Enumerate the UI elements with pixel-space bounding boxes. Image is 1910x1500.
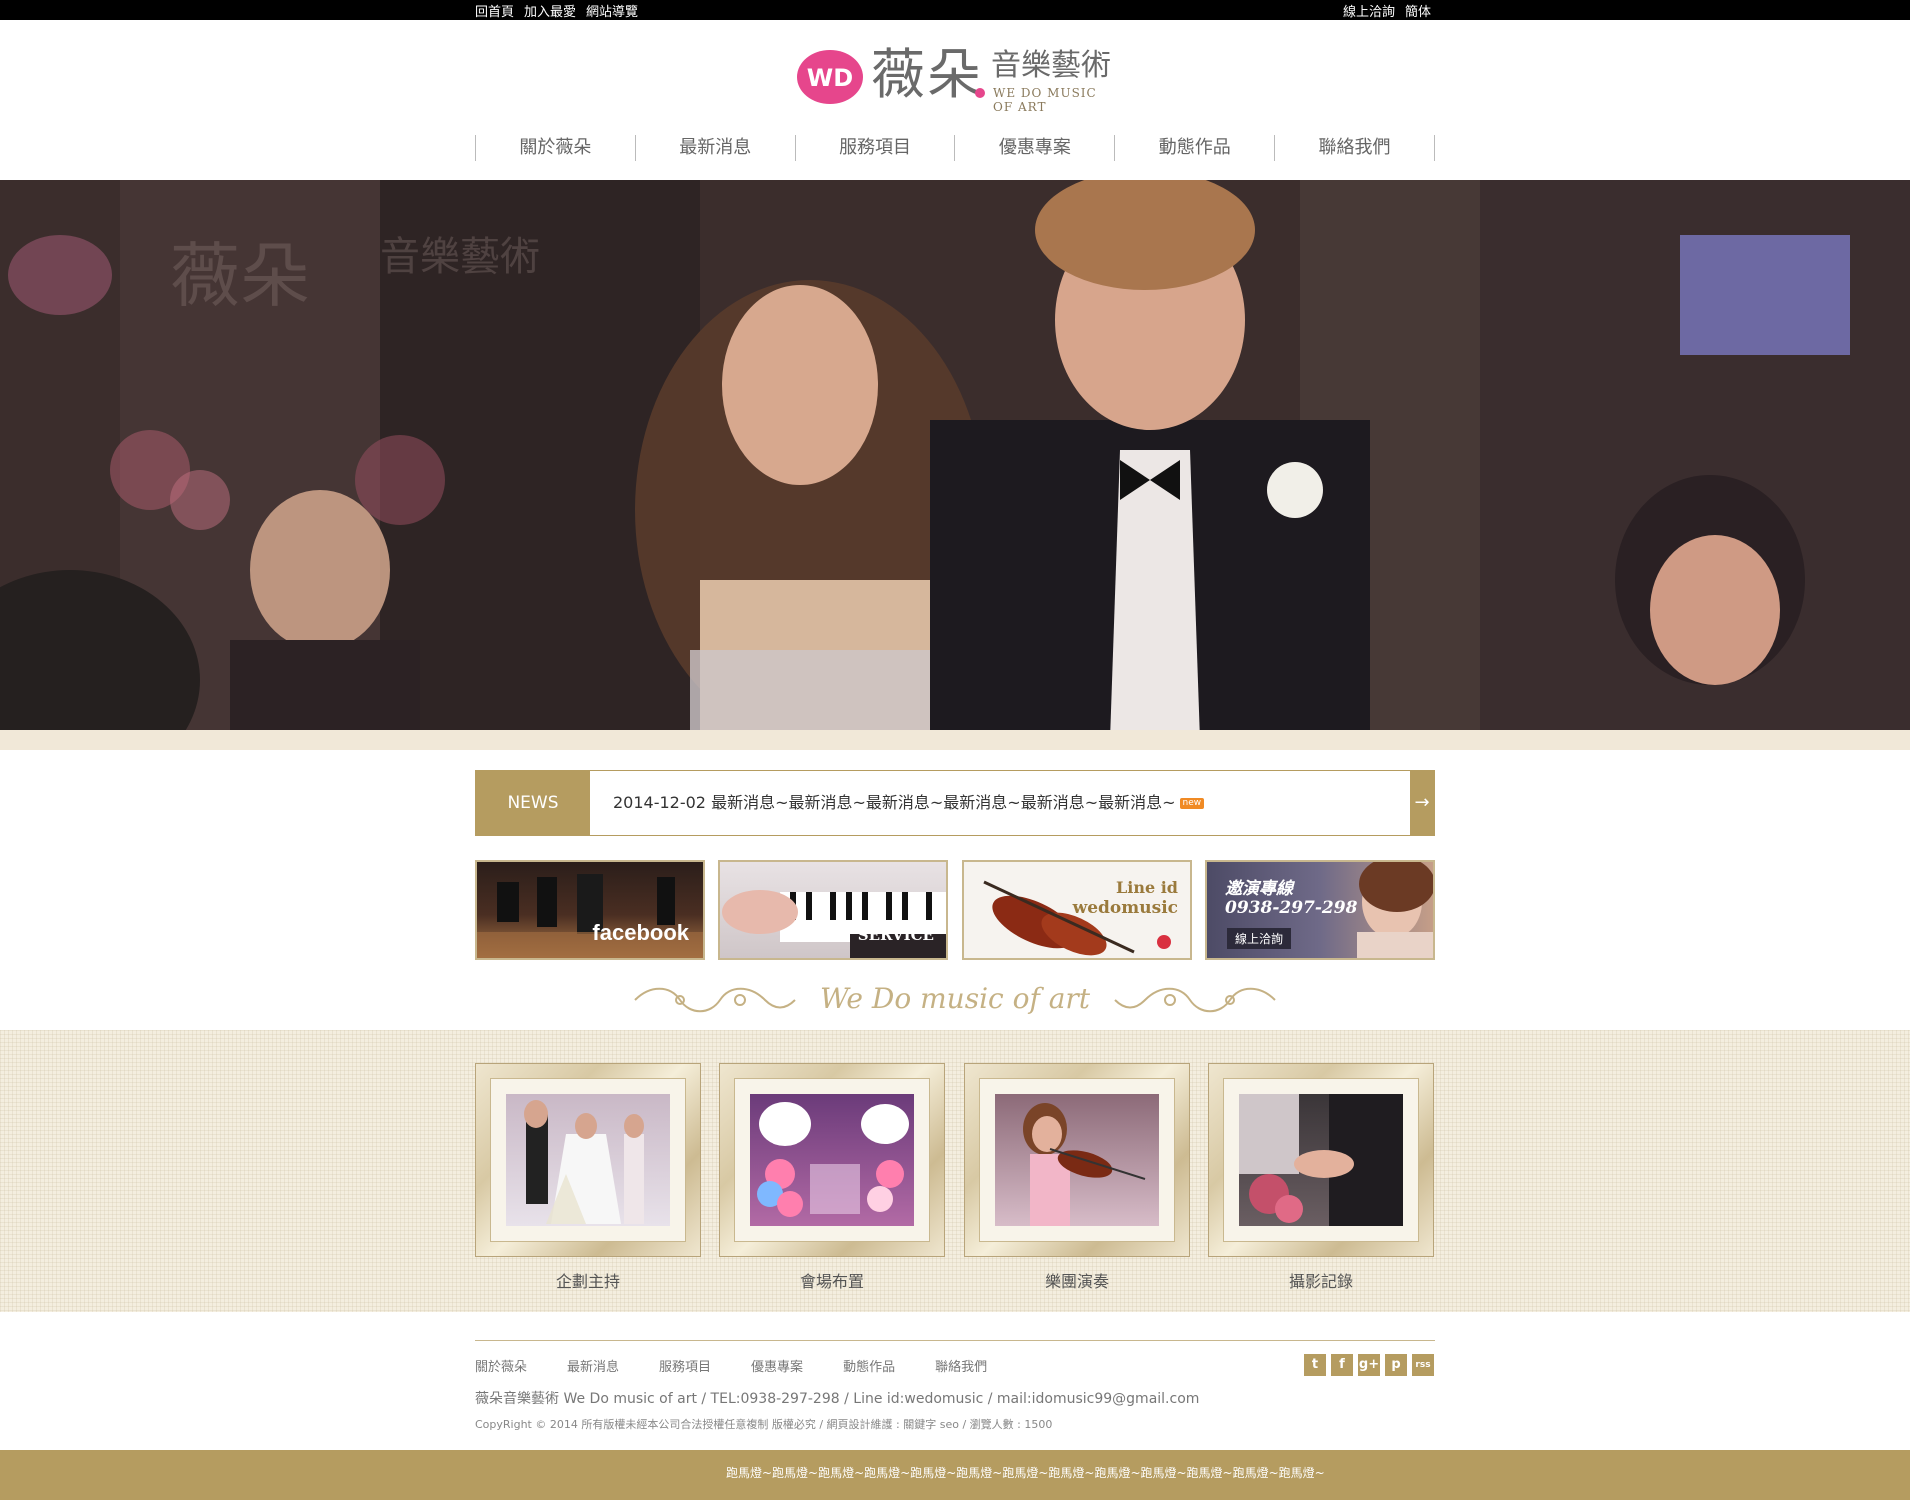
top-bar: 回首頁 加入最愛 網站導覽 線上洽詢 簡体: [0, 0, 1910, 20]
rss-icon[interactable]: rss: [1412, 1354, 1434, 1376]
hotline-title: 邀演專線: [1225, 879, 1293, 899]
top-bar-right-links: 線上洽詢 簡体: [1343, 0, 1431, 20]
hero-slideshow-image: 薇朵 音樂藝術: [0, 180, 1910, 730]
svg-text:WD: WD: [807, 64, 853, 92]
news-text[interactable]: 2014-12-02 最新消息~最新消息~最新消息~最新消息~最新消息~最新消息…: [613, 793, 1176, 812]
top-link-bookmark[interactable]: 加入最愛: [524, 1, 576, 20]
svg-text:音樂藝術: 音樂藝術: [380, 234, 540, 280]
top-link-inquiry[interactable]: 線上洽詢: [1343, 1, 1395, 20]
twitter-icon[interactable]: t: [1304, 1354, 1326, 1376]
footer-link-news[interactable]: 最新消息: [567, 1356, 619, 1375]
footer-link-about[interactable]: 關於薇朵: [475, 1356, 527, 1375]
hero-bottom-strip: [0, 730, 1910, 750]
service-label: SERVICE: [857, 926, 934, 944]
new-badge: new: [1179, 798, 1205, 809]
hotline-number: 0938-297-298: [1225, 898, 1358, 918]
top-link-simplified[interactable]: 簡体: [1405, 1, 1431, 20]
footer-divider: [475, 1340, 1435, 1341]
news-next-button[interactable]: →: [1410, 771, 1434, 835]
footer-contact-info: 薇朵音樂藝術 We Do music of art / TEL:0938-297…: [475, 1391, 1200, 1407]
logo-name-cn: 薇朵: [871, 43, 983, 106]
footer-link-promotions[interactable]: 優惠專案: [751, 1356, 803, 1375]
service-photo-photography: [1239, 1094, 1403, 1226]
service-card-photography[interactable]: [1208, 1063, 1434, 1257]
nav-item-about[interactable]: 關於薇朵: [475, 135, 635, 161]
service-photo-band: [995, 1094, 1159, 1226]
site-logo[interactable]: WD 薇朵 音樂藝術 WE DO MUSIC OF ART: [795, 40, 1115, 114]
svg-text:薇朵: 薇朵: [170, 235, 310, 317]
google-plus-icon[interactable]: g+: [1358, 1354, 1380, 1376]
logo-dot: [975, 88, 985, 98]
nav-item-promotions[interactable]: 優惠專案: [954, 135, 1114, 161]
services-section: [0, 1030, 1910, 1312]
top-link-sitemap[interactable]: 網站導覽: [586, 1, 638, 20]
logo-name-en: WE DO MUSIC OF ART: [993, 86, 1097, 114]
service-caption-planning[interactable]: 企劃主持: [475, 1268, 701, 1292]
service-banner[interactable]: SERVICE: [718, 860, 948, 960]
social-icons: t f g+ p rss: [1304, 1354, 1434, 1376]
main-nav: 關於薇朵 最新消息 服務項目 優惠專案 動態作品 聯絡我們: [475, 135, 1435, 161]
line-id-value: wedomusic: [1072, 898, 1178, 918]
slogan-text: We Do music of art: [819, 982, 1091, 1015]
service-caption-decoration[interactable]: 會場布置: [719, 1268, 945, 1292]
nav-item-contact[interactable]: 聯絡我們: [1274, 135, 1435, 161]
news-ticker: NEWS 2014-12-02 最新消息~最新消息~最新消息~最新消息~最新消息…: [475, 770, 1435, 836]
footer-link-contact[interactable]: 聯絡我們: [935, 1356, 987, 1375]
top-link-home[interactable]: 回首頁: [475, 1, 514, 20]
nav-item-works[interactable]: 動態作品: [1114, 135, 1274, 161]
hotline-inquiry-button[interactable]: 線上洽詢: [1227, 928, 1292, 949]
facebook-banner[interactable]: facebook: [475, 860, 705, 960]
facebook-label: facebook: [592, 920, 689, 945]
hotline-banner[interactable]: 邀演專線 0938-297-298 線上洽詢: [1205, 860, 1435, 960]
service-caption-photography[interactable]: 攝影記錄: [1208, 1268, 1434, 1292]
section-divider: We Do music of art: [630, 980, 1280, 1020]
footer-copyright: CopyRight © 2014 所有版權未經本公司合法授權任意複制 版權必究 …: [475, 1418, 1053, 1431]
line-id-label: Line id: [1116, 878, 1178, 897]
service-card-band[interactable]: [964, 1063, 1190, 1257]
logo-name-sub: 音樂藝術: [991, 48, 1111, 83]
footer-link-services[interactable]: 服務項目: [659, 1356, 711, 1375]
service-caption-band[interactable]: 樂團演奏: [964, 1268, 1190, 1292]
marquee-text: 跑馬燈~跑馬燈~跑馬燈~跑馬燈~跑馬燈~跑馬燈~跑馬燈~跑馬燈~跑馬燈~跑馬燈~…: [726, 1466, 1325, 1480]
service-card-decoration[interactable]: [719, 1063, 945, 1257]
footer-nav: 關於薇朵 最新消息 服務項目 優惠專案 動態作品 聯絡我們: [475, 1356, 1027, 1375]
nav-item-services[interactable]: 服務項目: [794, 135, 955, 161]
news-tag: NEWS: [476, 771, 590, 835]
service-photo-decoration: [750, 1094, 914, 1226]
footer-link-works[interactable]: 動態作品: [843, 1356, 895, 1375]
top-bar-left-links: 回首頁 加入最愛 網站導覽: [475, 0, 638, 20]
hero-photo: 薇朵 音樂藝術: [0, 180, 1910, 730]
facebook-icon[interactable]: f: [1331, 1354, 1353, 1376]
nav-item-news[interactable]: 最新消息: [634, 135, 795, 161]
service-photo-planning: [506, 1094, 670, 1226]
marquee-bar: 跑馬燈~跑馬燈~跑馬燈~跑馬燈~跑馬燈~跑馬燈~跑馬燈~跑馬燈~跑馬燈~跑馬燈~…: [0, 1450, 1910, 1500]
logo-mark-icon: WD: [797, 50, 863, 104]
pinterest-icon[interactable]: p: [1385, 1354, 1407, 1376]
service-card-planning[interactable]: [475, 1063, 701, 1257]
news-headline[interactable]: 2014-12-02 最新消息~最新消息~最新消息~最新消息~最新消息~最新消息…: [613, 771, 1205, 835]
line-id-banner[interactable]: Line id wedomusic: [962, 860, 1192, 960]
